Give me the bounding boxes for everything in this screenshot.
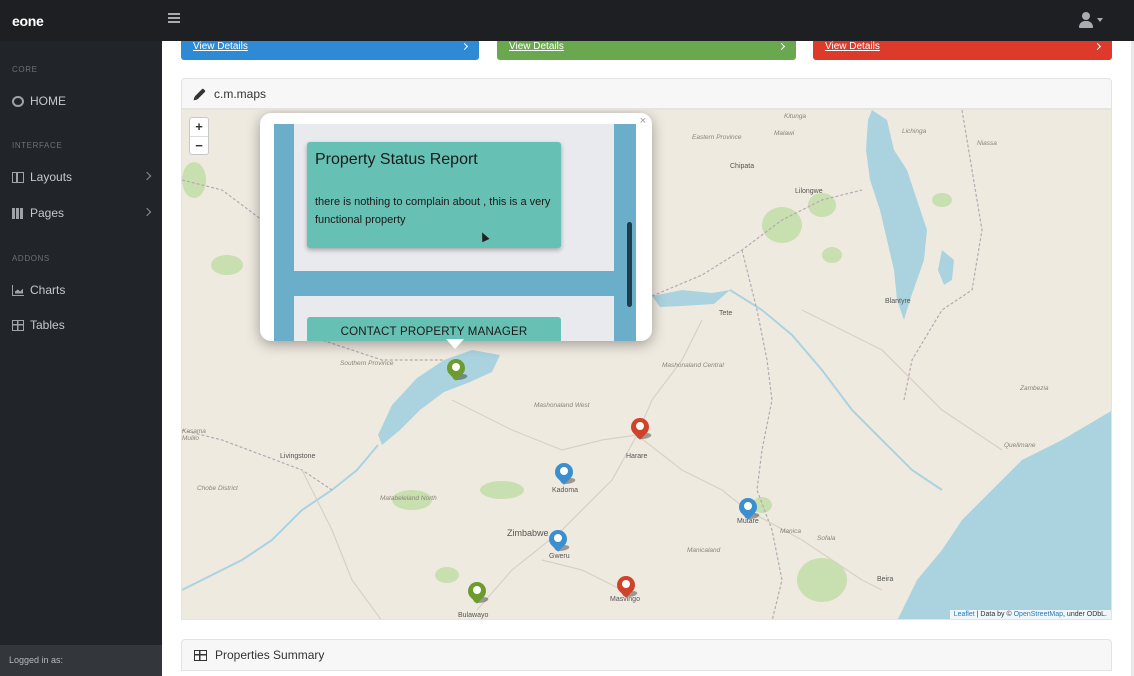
map-label: Matabeleland North (380, 495, 437, 502)
map-label: Kasama Mulilo (182, 428, 206, 442)
sidebar-item-label: Tables (30, 318, 65, 332)
view-details-link[interactable]: View Details (509, 41, 564, 52)
chevron-right-icon (777, 42, 786, 51)
map-label: Blantyre (885, 298, 911, 305)
properties-summary-title: Properties Summary (215, 648, 325, 662)
map-marker-blue[interactable] (735, 494, 762, 522)
view-details-link[interactable]: View Details (193, 41, 248, 52)
user-icon (1082, 12, 1090, 20)
columns-icon (12, 171, 24, 183)
property-status-card: Property Status Report there is nothing … (307, 142, 561, 248)
map-label: Lilongwe (795, 188, 823, 195)
main-content: View Details View Details View Details c… (162, 41, 1131, 676)
card-blue-footer[interactable]: View Details (181, 41, 479, 60)
sidebar-item-label: Pages (30, 206, 65, 220)
map-marker-green[interactable] (464, 578, 491, 606)
map-label: Chipata (730, 163, 755, 170)
table-icon (194, 649, 207, 661)
pencil-icon (194, 87, 206, 100)
map-label: Chobe District (197, 485, 238, 492)
sidebar-heading-addons: ADDONS (12, 254, 50, 263)
map-card-title: c.m.maps (214, 86, 267, 101)
map-marker-red[interactable] (613, 572, 640, 600)
chevron-right-icon (142, 171, 152, 181)
map-label: Manica (780, 528, 801, 535)
map-label: Harare (626, 453, 648, 460)
map-label: Tete (719, 310, 733, 317)
properties-summary-header: Properties Summary (181, 639, 1112, 671)
map-label: Sofala (817, 535, 836, 542)
caret-down-icon (1097, 18, 1103, 22)
map-view[interactable]: Malawi Lilongwe Blantyre Chipata Tete Ha… (181, 109, 1112, 620)
top-navbar: eone (0, 0, 1134, 41)
chevron-right-icon (142, 207, 152, 217)
sidebar-heading-interface: INTERFACE (12, 141, 63, 150)
zoom-out-button[interactable]: − (190, 136, 208, 154)
contact-manager-button[interactable]: CONTACT PROPERTY MANAGER (307, 317, 561, 341)
map-label: Quelimane (1004, 442, 1036, 449)
report-body: there is nothing to complain about , thi… (315, 196, 551, 226)
map-label: Malawi (774, 130, 795, 137)
map-label: Lichinga (902, 128, 927, 135)
sidebar-footer: Logged in as: (0, 645, 162, 676)
map-label: Kitunga (784, 113, 807, 120)
sidebar-item-layouts[interactable]: Layouts (12, 167, 152, 187)
attribution-tail: , under ODbL. (1063, 611, 1107, 618)
sidebar-item-home[interactable]: HOME (12, 91, 152, 111)
map-attribution: Leaflet | Data by © OpenStreetMap, under… (949, 610, 1111, 619)
map-label: Zimbabwe (507, 528, 549, 538)
popup-content: Property Status Report there is nothing … (274, 124, 636, 341)
dashboard-icon (12, 95, 24, 107)
sidebar-item-label: HOME (30, 94, 66, 108)
brand-logo[interactable]: eone (12, 13, 44, 29)
sidebar-toggle-icon[interactable] (168, 13, 180, 23)
report-title: Property Status Report (315, 151, 478, 168)
sidebar-item-tables[interactable]: Tables (12, 315, 152, 335)
map-label: Eastern Province (692, 134, 742, 141)
popup-tip (446, 339, 464, 349)
map-marker-blue[interactable] (551, 459, 578, 487)
sidebar-item-label: Charts (30, 283, 66, 297)
map-label: Mashonaland Central (662, 362, 724, 369)
map-marker-blue[interactable] (545, 526, 572, 554)
zoom-in-button[interactable]: + (190, 118, 208, 136)
book-icon (12, 207, 24, 219)
card-green-footer[interactable]: View Details (497, 41, 796, 60)
sidebar: CORE HOME INTERFACE Layouts Pages ADDONS… (0, 41, 162, 676)
map-label: Mashonaland West (534, 402, 590, 409)
map-card-header: c.m.maps (181, 78, 1112, 109)
popup-close-button[interactable]: × (640, 115, 646, 127)
sidebar-heading-core: CORE (12, 65, 38, 74)
view-details-link[interactable]: View Details (825, 41, 880, 52)
chevron-right-icon (1093, 42, 1102, 51)
map-label: Gweru (549, 553, 570, 560)
map-label: Niassa (977, 140, 997, 147)
attribution-text: | Data by © (974, 611, 1014, 618)
map-label: Beira (877, 576, 894, 583)
map-label: Zambezia (1020, 385, 1049, 392)
sidebar-item-pages[interactable]: Pages (12, 203, 152, 223)
osm-link[interactable]: OpenStreetMap (1014, 611, 1063, 618)
map-label: Livingstone (280, 453, 316, 460)
table-icon (12, 319, 24, 331)
marker-popup: × Property Status Report there is nothin… (260, 113, 652, 349)
leaflet-link[interactable]: Leaflet (954, 611, 975, 618)
map-label: Manicaland (687, 547, 721, 554)
area-chart-icon (12, 284, 24, 296)
popup-scrollbar[interactable] (627, 222, 632, 307)
card-red-footer[interactable]: View Details (813, 41, 1112, 60)
map-marker-red[interactable] (627, 414, 654, 442)
map-label: Bulawayo (458, 612, 489, 619)
sidebar-item-charts[interactable]: Charts (12, 280, 152, 300)
map-label: Southern Province (340, 360, 394, 367)
user-icon-body (1079, 21, 1093, 28)
chevron-right-icon (460, 42, 469, 51)
user-menu-button[interactable] (1078, 12, 1108, 30)
map-marker-green[interactable] (443, 355, 470, 383)
sidebar-item-label: Layouts (30, 170, 73, 184)
map-label: Kadoma (552, 487, 579, 494)
zoom-control: + − (189, 117, 209, 155)
